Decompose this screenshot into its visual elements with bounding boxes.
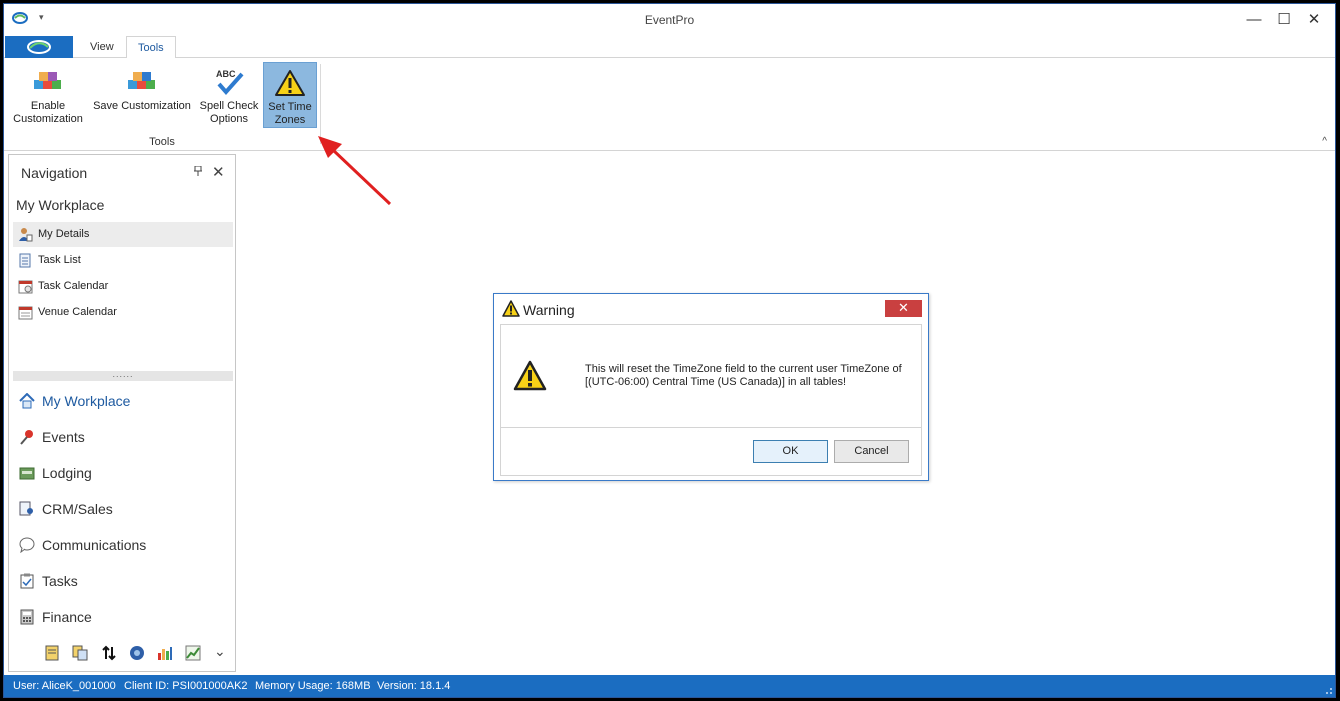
enable-customization-label: Enable Customization: [13, 100, 83, 125]
warning-icon: [513, 360, 547, 391]
dialog-message-line1: This will reset the TimeZone field to th…: [585, 363, 902, 375]
dialog-message: This will reset the TimeZone field to th…: [585, 363, 915, 389]
minimize-button[interactable]: —: [1240, 10, 1268, 30]
module-tasks[interactable]: Tasks: [13, 563, 233, 599]
status-memory: Memory Usage: 168MB: [255, 680, 371, 692]
title-bar: ▾ EventPro — ☐ ✕: [4, 4, 1335, 36]
task-calendar-icon: [18, 280, 33, 294]
customization-cubes-icon: [34, 72, 61, 89]
status-bar: User: AliceK_001000 Client ID: PSI001000…: [4, 675, 1335, 697]
navigation-header: Navigation: [21, 165, 88, 181]
nav-item-task-calendar[interactable]: Task Calendar: [13, 274, 233, 299]
line-chart-icon[interactable]: [185, 645, 201, 661]
home-icon: [19, 393, 35, 409]
close-window-button[interactable]: ✕: [1300, 10, 1328, 30]
warning-icon: [275, 70, 305, 96]
status-user: User: AliceK_001000: [13, 680, 116, 692]
user-details-icon: [19, 228, 33, 242]
crm-icon: [19, 501, 33, 516]
lodging-icon: [19, 467, 35, 480]
navigation-pane: Navigation ✕ My Workplace My Details Tas…: [8, 154, 236, 672]
maximize-button[interactable]: ☐: [1270, 10, 1298, 30]
status-client-id: Client ID: PSI001000AK2: [124, 680, 248, 692]
file-tab[interactable]: [5, 36, 73, 58]
app-menu-logo-icon: [27, 40, 51, 54]
app-window: ▾ EventPro — ☐ ✕ View Tools Enable Custo…: [3, 3, 1336, 698]
collapse-ribbon-icon[interactable]: ^: [1322, 136, 1327, 147]
resize-grip-icon[interactable]: [1325, 687, 1333, 695]
speech-bubble-icon: [19, 537, 35, 553]
dialog-separator: [501, 427, 921, 428]
module-crm-sales[interactable]: CRM/Sales: [13, 491, 233, 527]
spell-check-icon: ABC: [216, 69, 244, 96]
save-customization-icon: [128, 72, 155, 89]
pin-icon[interactable]: [194, 165, 202, 179]
dialog-title: Warning: [523, 302, 575, 318]
cancel-button[interactable]: Cancel: [834, 440, 909, 463]
dialog-body: This will reset the TimeZone field to th…: [500, 324, 922, 476]
documents-icon[interactable]: [72, 645, 88, 661]
warning-dialog: Warning ✕ This will reset the TimeZone f…: [493, 293, 929, 481]
window-title: EventPro: [644, 13, 695, 27]
save-customization-button[interactable]: Save Customization: [92, 62, 192, 128]
svg-text:ABC: ABC: [216, 69, 236, 79]
warning-icon: [502, 300, 520, 317]
module-overflow-bar: ⌄: [9, 643, 235, 667]
bar-chart-icon[interactable]: [157, 645, 173, 661]
enable-customization-button[interactable]: Enable Customization: [10, 62, 86, 128]
tab-view[interactable]: View: [79, 36, 125, 58]
ribbon-group-label: Tools: [149, 136, 175, 148]
task-list-icon: [19, 253, 31, 268]
globe-icon[interactable]: [129, 645, 145, 661]
workplace-group-title: My Workplace: [16, 197, 105, 213]
module-events[interactable]: Events: [13, 419, 233, 455]
clipboard-icon: [20, 573, 34, 589]
nav-item-my-details[interactable]: My Details: [13, 222, 233, 247]
module-communications[interactable]: Communications: [13, 527, 233, 563]
set-time-zones-button[interactable]: Set Time Zones: [263, 62, 317, 128]
set-time-zones-label: Set Time Zones: [268, 101, 312, 126]
module-lodging[interactable]: Lodging: [13, 455, 233, 491]
dialog-close-button[interactable]: ✕: [885, 300, 922, 317]
calculator-icon: [20, 609, 34, 625]
ribbon: Enable Customization Save Customization …: [4, 58, 1335, 151]
spell-check-options-button[interactable]: ABC Spell Check Options: [198, 62, 260, 128]
spell-check-options-label: Spell Check Options: [199, 100, 259, 125]
more-modules-chevron-icon[interactable]: ⌄: [214, 643, 230, 659]
status-version: Version: 18.1.4: [377, 680, 451, 692]
close-navigation-button[interactable]: ✕: [212, 163, 225, 181]
pushpin-icon: [20, 430, 33, 445]
save-customization-label: Save Customization: [93, 100, 191, 112]
pane-splitter[interactable]: ......: [13, 370, 233, 381]
ribbon-tabs: View Tools: [4, 36, 1335, 59]
nav-item-venue-calendar[interactable]: Venue Calendar: [13, 300, 233, 325]
module-finance[interactable]: Finance: [13, 599, 233, 635]
module-my-workplace[interactable]: My Workplace: [13, 383, 233, 419]
ok-button[interactable]: OK: [753, 440, 828, 463]
venue-calendar-icon: [18, 306, 33, 320]
notes-icon[interactable]: [44, 645, 60, 661]
nav-item-task-list[interactable]: Task List: [13, 248, 233, 273]
dialog-message-line2: [(UTC-06:00) Central Time (US Canada)] i…: [585, 376, 847, 388]
ribbon-group-separator: [320, 64, 321, 144]
tab-tools[interactable]: Tools: [126, 36, 176, 59]
transfer-arrows-icon[interactable]: [101, 645, 117, 661]
